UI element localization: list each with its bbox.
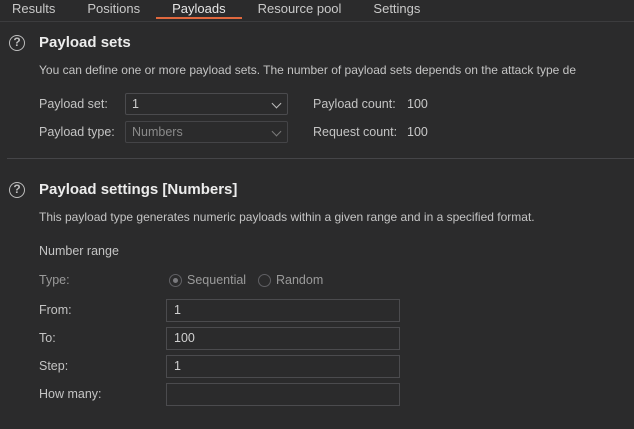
tab-bar: Results Positions Payloads Resource pool… — [0, 0, 634, 22]
payload-set-label: Payload set: — [39, 97, 108, 111]
sequential-label: Sequential — [187, 273, 247, 287]
tab-settings[interactable]: Settings — [357, 0, 436, 19]
payload-set-select[interactable]: 1 — [125, 93, 288, 115]
random-label: Random — [276, 273, 324, 287]
tab-resource-pool[interactable]: Resource pool — [242, 0, 358, 19]
how-many-input[interactable] — [166, 383, 400, 406]
payload-settings-title: Payload settings [Numbers] — [39, 181, 238, 198]
tab-results[interactable]: Results — [0, 0, 71, 19]
step-input[interactable]: 1 — [166, 355, 400, 378]
payload-count-label: Payload count: — [313, 97, 396, 111]
to-input[interactable]: 100 — [166, 327, 400, 350]
payload-type-select[interactable]: Numbers — [125, 121, 288, 143]
from-input[interactable]: 1 — [166, 299, 400, 322]
payload-count-value: 100 — [407, 97, 428, 111]
step-label: Step: — [39, 359, 69, 373]
from-label: From: — [39, 303, 72, 317]
request-count-value: 100 — [407, 125, 428, 139]
payload-type-value: Numbers — [132, 125, 183, 139]
radio-selected-dot — [173, 278, 178, 283]
section-divider — [7, 158, 634, 159]
to-label: To: — [39, 331, 56, 345]
random-radio[interactable] — [258, 274, 271, 287]
number-range-heading: Number range — [39, 244, 119, 258]
tab-positions[interactable]: Positions — [71, 0, 156, 19]
chevron-down-icon — [271, 126, 282, 137]
request-count-label: Request count: — [313, 125, 398, 139]
payload-type-label: Payload type: — [39, 125, 115, 139]
type-label: Type: — [39, 273, 70, 287]
tab-payloads[interactable]: Payloads — [156, 0, 242, 19]
chevron-down-icon — [271, 98, 282, 109]
help-icon[interactable]: ? — [9, 35, 25, 51]
payload-sets-title: Payload sets — [39, 34, 131, 51]
payload-set-value: 1 — [132, 97, 139, 111]
help-icon[interactable]: ? — [9, 182, 25, 198]
payload-settings-description: This payload type generates numeric payl… — [39, 210, 535, 224]
payload-sets-description: You can define one or more payload sets.… — [39, 63, 577, 77]
sequential-radio[interactable] — [169, 274, 182, 287]
how-many-label: How many: — [39, 387, 102, 401]
